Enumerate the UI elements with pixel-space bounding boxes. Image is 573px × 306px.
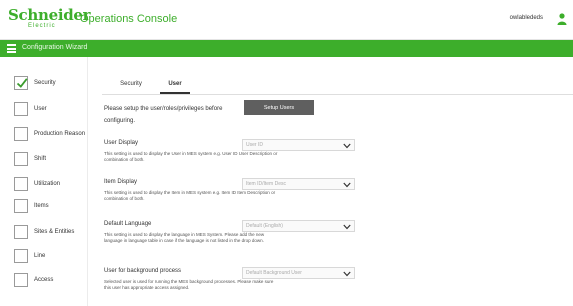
background-user-select[interactable]: Default Background User: [242, 267, 355, 279]
checkbox[interactable]: [14, 199, 28, 213]
logo-wordmark: Schneider: [8, 6, 91, 24]
sidebar-item-label: Access: [34, 277, 54, 283]
sidebar-item-label: Shift: [34, 156, 47, 162]
banner-title: Configuration Wizard: [22, 44, 88, 51]
checkbox[interactable]: [14, 249, 28, 263]
chevron-down-icon: [343, 143, 351, 149]
sidebar-item-label: Utilization: [34, 181, 61, 187]
menu-icon[interactable]: [7, 44, 16, 53]
sidebar-item-label: Items: [34, 203, 49, 209]
select-value: Default (English): [246, 223, 283, 229]
select-value: Default Background User: [246, 270, 302, 276]
item-display-select[interactable]: Item ID/Item Desc: [242, 178, 355, 190]
top-bar: Schneider Electric Operations Console ow…: [0, 0, 573, 40]
sidebar-item-shift[interactable]: Shift: [14, 152, 88, 168]
checkbox[interactable]: [14, 127, 28, 141]
sidebar-item-label: Production Reason: [34, 131, 86, 137]
checkbox[interactable]: [14, 102, 28, 116]
setup-instructions: Please setup the user/roles/privileges b…: [104, 106, 223, 124]
setup-users-button[interactable]: Setup Users: [244, 100, 314, 115]
wizard-step-sidebar: Security User Production Reason Shift Ut…: [0, 57, 88, 306]
sidebar-item-utilization[interactable]: Utilization: [14, 177, 88, 193]
setting-description: Selected user is used for running the ME…: [104, 279, 274, 290]
sidebar-item-label: User: [34, 106, 47, 112]
setting-description: This setting is used to display the lang…: [104, 232, 265, 243]
main-panel: Security User Please setup the user/role…: [92, 57, 573, 306]
setting-description: This setting is used to display the Item…: [104, 190, 276, 201]
logo-subtext: Electric: [28, 23, 56, 29]
username[interactable]: owlablededs: [510, 15, 543, 21]
checkbox[interactable]: [14, 76, 28, 90]
checkbox[interactable]: [14, 177, 28, 191]
sidebar-item-user[interactable]: User: [14, 102, 88, 118]
sidebar-item-label: Line: [34, 253, 46, 259]
user-display-select[interactable]: User ID: [242, 139, 355, 151]
default-language-select[interactable]: Default (English): [242, 220, 355, 232]
setting-description: This setting is used to display the User…: [104, 151, 278, 162]
checkbox[interactable]: [14, 152, 28, 166]
tab-security[interactable]: Security: [112, 77, 150, 94]
select-value: User ID: [246, 142, 263, 148]
sidebar-item-sites-entities[interactable]: Sites & Entities: [14, 225, 88, 241]
select-value: Item ID/Item Desc: [246, 181, 287, 187]
chevron-down-icon: [343, 224, 351, 230]
tab-user[interactable]: User: [160, 77, 190, 94]
checkbox[interactable]: [14, 225, 28, 239]
schneider-electric-logo[interactable]: Schneider Electric: [8, 7, 91, 33]
chevron-down-icon: [343, 271, 351, 277]
sidebar-item-security[interactable]: Security: [14, 76, 88, 92]
sidebar-item-label: Security: [34, 80, 56, 86]
sidebar-item-production-reason[interactable]: Production Reason: [14, 127, 88, 143]
app-title: Operations Console: [80, 13, 178, 25]
sidebar-item-line[interactable]: Line: [14, 249, 88, 265]
sidebar-item-access[interactable]: Access: [14, 273, 88, 289]
user-icon[interactable]: [557, 12, 567, 25]
sidebar-item-items[interactable]: Items: [14, 199, 88, 215]
checkbox[interactable]: [14, 273, 28, 287]
tab-divider: [102, 94, 573, 95]
chevron-down-icon: [343, 182, 351, 188]
wizard-banner: Configuration Wizard: [0, 40, 573, 57]
sidebar-item-label: Sites & Entities: [34, 229, 75, 235]
